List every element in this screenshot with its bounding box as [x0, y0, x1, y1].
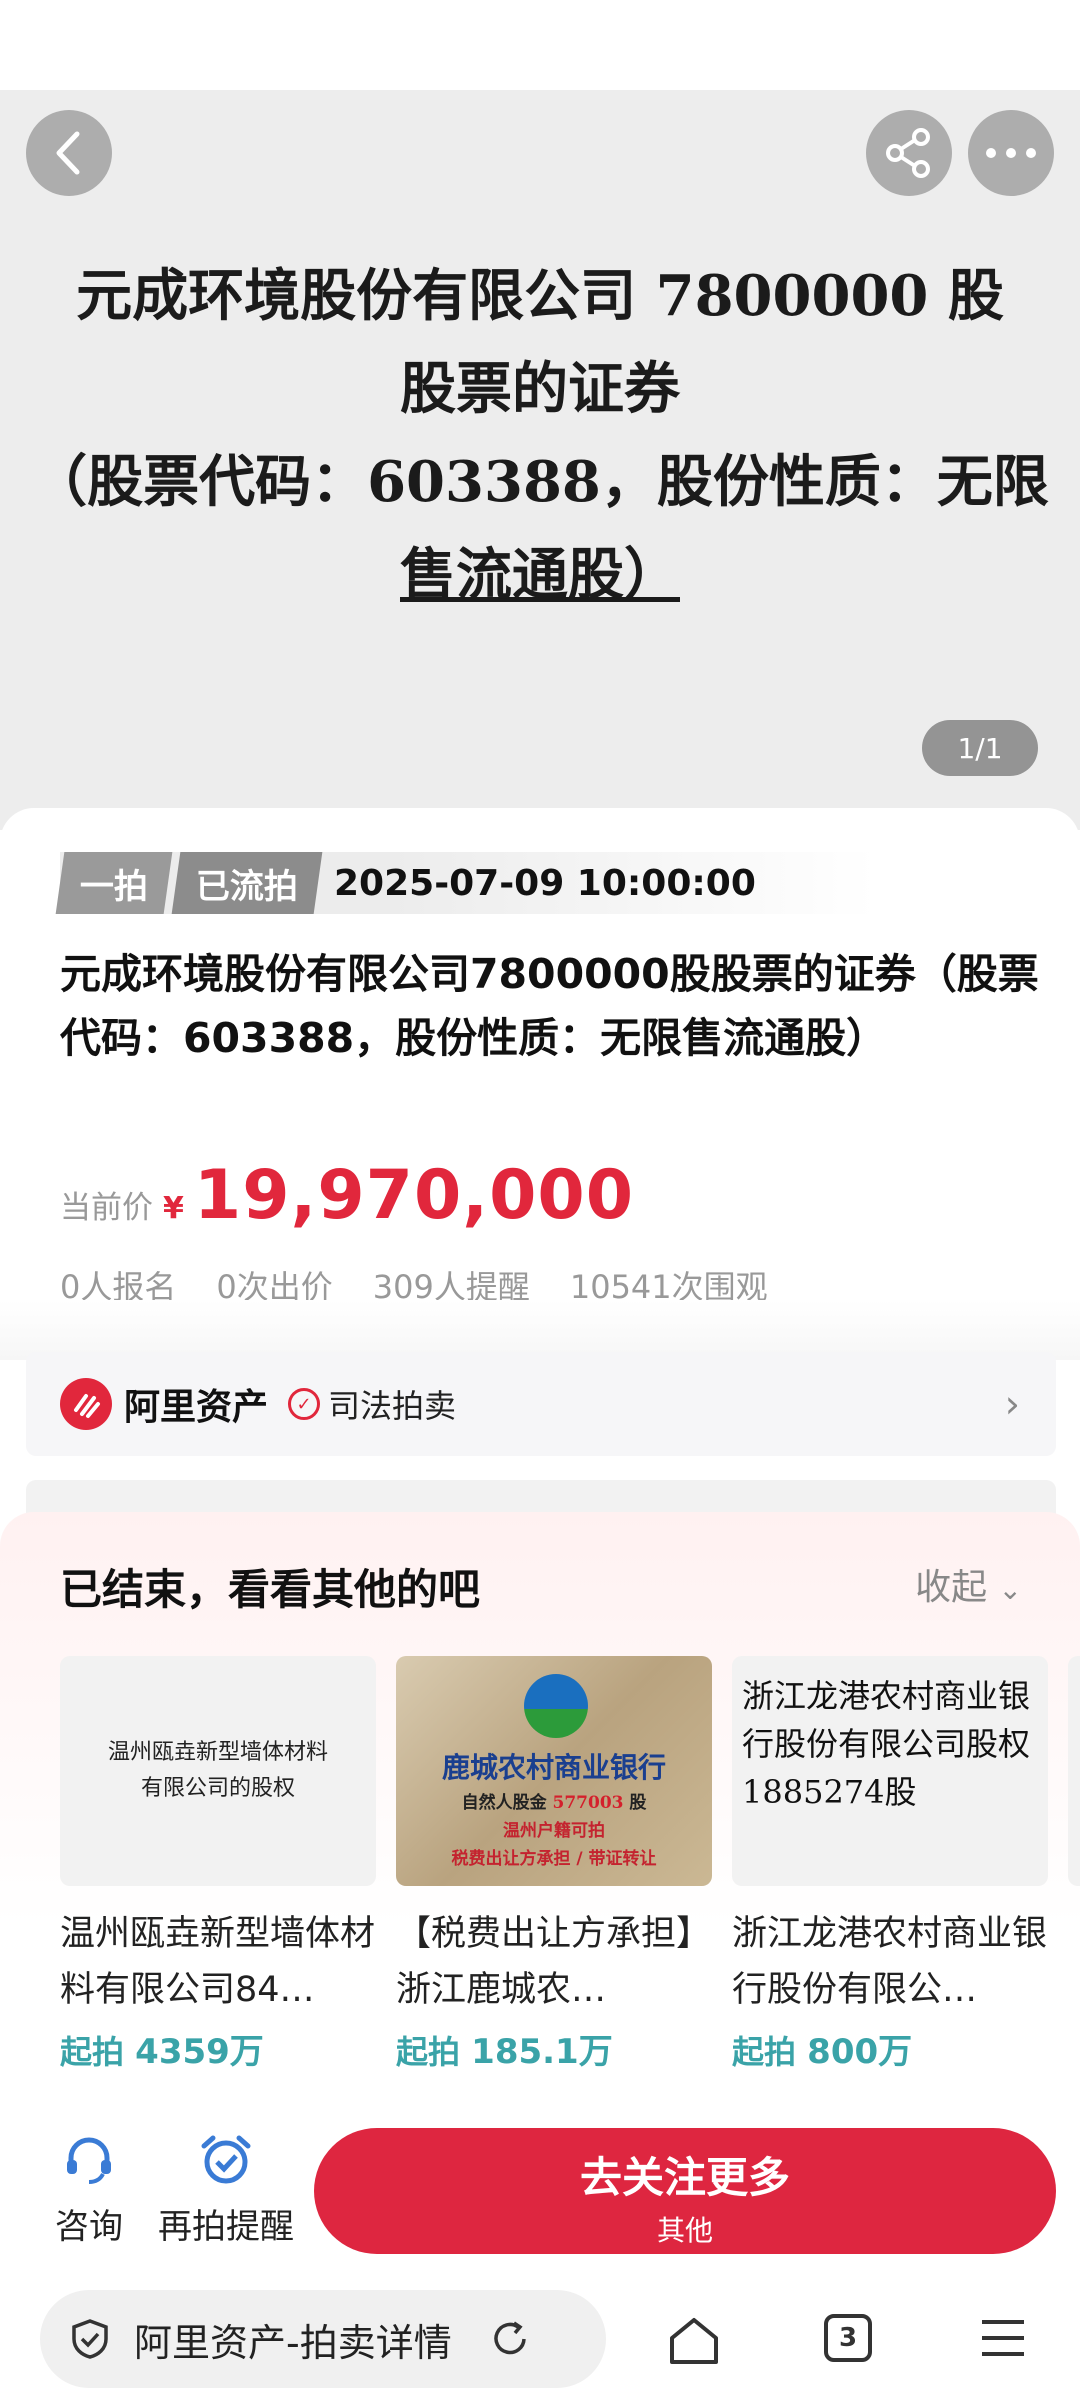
platform-tag: 司法拍卖: [328, 1387, 457, 1425]
round-tag: 一拍: [55, 852, 173, 914]
home-icon: [670, 2318, 718, 2364]
recommend-item[interactable]: 温州瓯垚新型墙体材料 有限公司的股权 温州瓯垚新型墙体材料有限公司84… 起拍 …: [60, 1656, 376, 2073]
menu-button[interactable]: [978, 2316, 1028, 2360]
headset-icon: [67, 2137, 111, 2184]
consult-button[interactable]: 咨询: [24, 2130, 154, 2248]
currency-symbol: ¥: [163, 1191, 184, 1226]
bank-logo-icon: [524, 1674, 588, 1738]
hero-text: 元成环境股份有限公司 7800000 股 股票的证券 （股票代码：603388，…: [0, 250, 1080, 622]
platform-name: 阿里资产: [124, 1387, 269, 1428]
recommend-price: 起拍 800万: [732, 2032, 913, 2072]
recommend-name: 温州瓯垚新型墙体材料有限公司84…: [60, 1914, 376, 2010]
status-bar: [0, 0, 1080, 90]
recommend-image: 温州瓯垚新型墙体材料 有限公司的股权: [60, 1656, 376, 1886]
chevron-right-icon: ›: [1004, 1382, 1020, 1426]
hero-line-4: 售流通股）: [400, 542, 680, 608]
price-label: 当前价: [60, 1190, 153, 1226]
image-pager: 1/1: [922, 720, 1038, 776]
hero-line-1: 元成环境股份有限公司 7800000 股: [76, 263, 1004, 329]
recommend-item[interactable]: 浙江龙港农村商业银行股份有限公司股权1885274股 浙江龙港农村商业银行股份有…: [732, 1656, 1048, 2073]
address-bar[interactable]: 阿里资产-拍卖详情: [40, 2290, 606, 2388]
reload-icon[interactable]: [488, 2317, 532, 2361]
shield-check-icon: [72, 2319, 108, 2359]
hamburger-icon: [982, 2320, 1024, 2356]
recommend-image: 浙江龙港农村商业银行股份有限公司股权1885274股: [732, 1656, 1048, 1886]
divider: [0, 1300, 1080, 1360]
hero-image[interactable]: 元成环境股份有限公司 7800000 股 股票的证券 （股票代码：603388，…: [0, 90, 1080, 830]
chevron-down-icon: ⌄: [998, 1573, 1022, 1606]
recommend-name: 【税费出让方承担】浙江鹿城农…: [396, 1914, 712, 2010]
chevron-left-icon: [56, 131, 80, 175]
recommend-price: 起拍 4359万: [60, 2032, 264, 2072]
recommend-item[interactable]: 鹿城农村商业银行 自然人股金 577003 股 温州户籍可拍 税费出让方承担 /…: [396, 1656, 712, 2073]
share-button[interactable]: [866, 110, 952, 196]
recommend-image: 鹿城农村商业银行 自然人股金 577003 股 温州户籍可拍 税费出让方承担 /…: [396, 1656, 712, 1886]
hero-line-3: （股票代码：603388，股份性质：无限: [31, 449, 1049, 515]
platform-row[interactable]: 阿里资产 ✓ 司法拍卖 ›: [26, 1352, 1056, 1456]
alarm-clock-icon: [201, 2135, 251, 2184]
remind-button[interactable]: 再拍提醒: [158, 2130, 294, 2248]
recommend-item-peek[interactable]: [1068, 1656, 1080, 1886]
auction-status-row: 一拍 已流拍 2025-07-09 10:00:00: [55, 852, 876, 914]
check-circle-icon: ✓: [288, 1388, 321, 1420]
price-row: 当前价 ¥ 19,970,000: [60, 1156, 634, 1235]
page-title: 阿里资产-拍卖详情: [134, 2320, 452, 2365]
collapse-button[interactable]: 收起 ⌄: [915, 1558, 1022, 1610]
auction-time: 2025-07-09 10:00:00: [334, 862, 756, 904]
hero-line-2: 股票的证券: [400, 356, 680, 422]
share-icon: [886, 128, 930, 178]
recommend-price: 起拍 185.1万: [396, 2032, 613, 2072]
home-button[interactable]: [666, 2312, 722, 2368]
more-icon: [986, 148, 1036, 158]
more-button[interactable]: [968, 110, 1054, 196]
sheet-title: 已结束，看看其他的吧: [60, 1565, 481, 1614]
recommend-name: 浙江龙港农村商业银行股份有限公…: [732, 1914, 1048, 2010]
ali-asset-logo-icon: [60, 1378, 112, 1430]
current-price: 19,970,000: [193, 1156, 635, 1235]
status-tag: 已流拍: [171, 852, 323, 914]
auction-title: 元成环境股份有限公司7800000股股票的证券（股票代码：603388，股份性质…: [60, 950, 1039, 1062]
back-button[interactable]: [26, 110, 112, 196]
tabs-button[interactable]: 3: [824, 2314, 872, 2362]
follow-more-button[interactable]: 去关注更多 其他: [314, 2128, 1056, 2254]
